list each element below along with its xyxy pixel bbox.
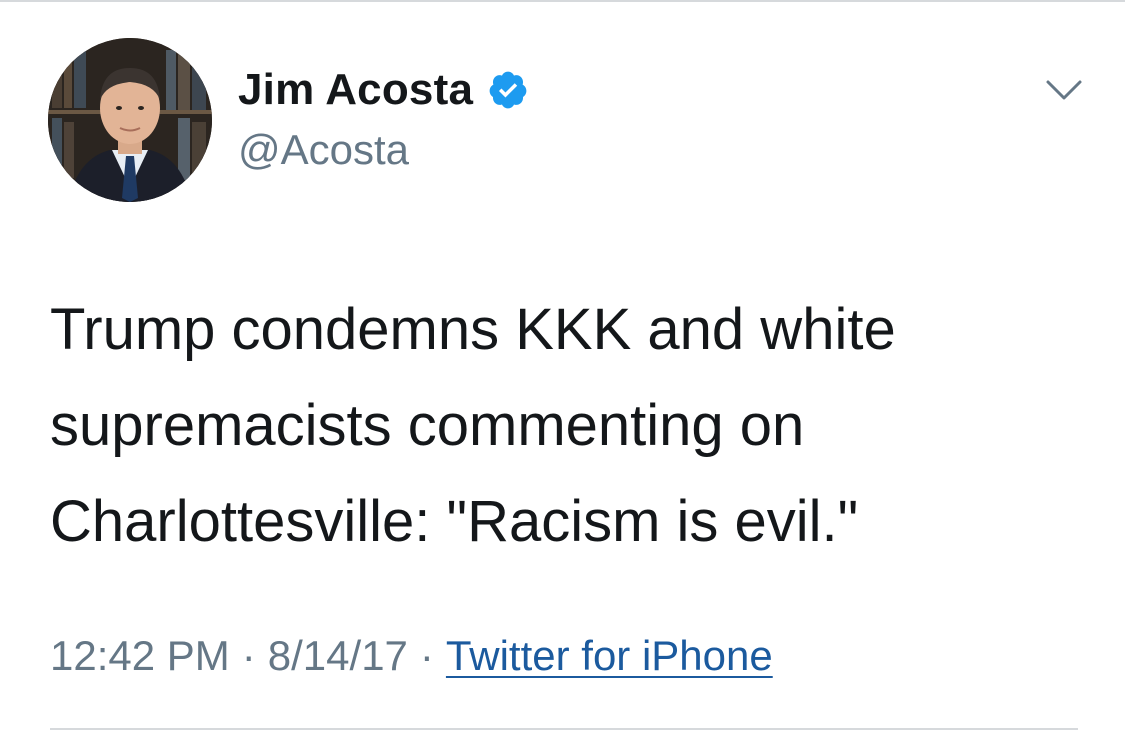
tweet-date[interactable]: 8/14/17: [268, 632, 408, 679]
verified-badge-icon: [487, 69, 529, 111]
tweet-text: Trump condemns KKK and white supremacist…: [50, 297, 896, 554]
meta-separator: ·: [241, 632, 256, 679]
avatar-photo: [48, 38, 212, 202]
bottom-divider: [50, 728, 1078, 730]
author-display-name[interactable]: Jim Acosta: [238, 65, 473, 115]
top-divider: [0, 0, 1125, 2]
avatar[interactable]: [48, 38, 212, 202]
meta-separator: ·: [419, 632, 434, 679]
tweet-metadata: 12:42 PM · 8/14/17 · Twitter for iPhone: [50, 632, 773, 680]
chevron-down-icon: [1046, 80, 1082, 100]
tweet-time[interactable]: 12:42 PM: [50, 632, 230, 679]
author-handle[interactable]: @Acosta: [238, 126, 409, 174]
more-options-button[interactable]: [1040, 70, 1088, 110]
author-name-row[interactable]: Jim Acosta: [238, 62, 529, 118]
tweet-source-link[interactable]: Twitter for iPhone: [446, 632, 773, 679]
